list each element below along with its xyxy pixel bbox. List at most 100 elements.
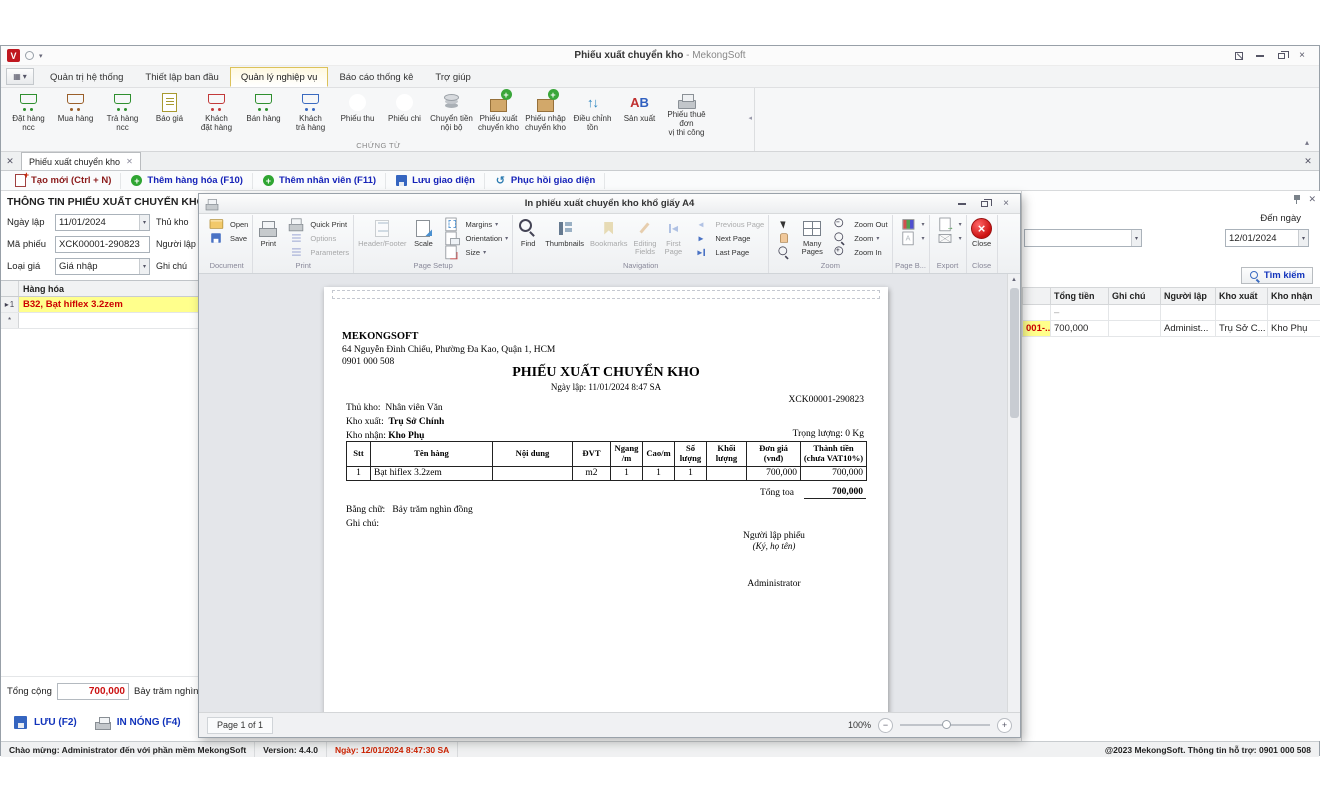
ribbon-button-14[interactable]: Sản xuất: [616, 88, 663, 138]
toolbar-group-export: ▾▾Export: [930, 215, 967, 273]
ribbon-button-13[interactable]: Điều chỉnh tồn: [569, 88, 616, 138]
filter-cell[interactable]: [1109, 305, 1161, 321]
dialog-maximize-button[interactable]: [974, 196, 994, 211]
save-button[interactable]: Save: [202, 231, 251, 245]
ribbon-button-5[interactable]: Khách đặt hàng: [193, 88, 240, 138]
ribbon-button-11[interactable]: Phiếu xuất chuyển kho: [475, 88, 522, 138]
mail-icon: [936, 229, 954, 247]
support-text: @2023 MekongSoft. Thông tin hỗ trợ: 0901…: [1105, 745, 1319, 755]
new-row[interactable]: *: [1, 313, 201, 329]
minimize-button[interactable]: [1251, 49, 1269, 63]
editing-fields-button[interactable]: Editing Fields: [630, 215, 659, 261]
form-button-1[interactable]: LƯU (F2): [7, 711, 82, 733]
amount-in-words: Bằng chữ: Bảy trăm nghìn đồng: [346, 505, 473, 515]
dialog-minimize-button[interactable]: [952, 196, 972, 211]
action-button-2[interactable]: Thêm hàng hóa (F10): [121, 173, 253, 189]
zoom-in-button[interactable]: +: [997, 718, 1012, 733]
ribbon-button-2[interactable]: Mua hàng: [52, 88, 99, 138]
scrollbar-thumb[interactable]: [1010, 288, 1019, 418]
tab-close-icon[interactable]: ✕: [1, 153, 19, 170]
tabbar-close-icon[interactable]: ✕: [1297, 156, 1319, 170]
ribbon-collapse-icon[interactable]: ▴: [1305, 138, 1309, 147]
first-page-button[interactable]: First Page: [659, 215, 687, 261]
close-button[interactable]: Close: [968, 215, 996, 261]
ribbon-button-8[interactable]: Phiếu thu: [334, 88, 381, 138]
version-text: Version: 4.4.0: [255, 742, 327, 757]
close-button[interactable]: ×: [1293, 49, 1311, 63]
chevron-down-icon[interactable]: ▾: [139, 215, 149, 230]
filter-cell[interactable]: [1161, 305, 1216, 321]
ribbon-tab-3[interactable]: Quản lý nghiệp vụ: [230, 67, 329, 87]
scroll-up-icon[interactable]: ▲: [1008, 274, 1020, 287]
size-button[interactable]: Size▾: [437, 245, 511, 259]
zoom-out-button[interactable]: −: [878, 718, 893, 733]
field-input[interactable]: XCK00001-290823: [55, 236, 150, 253]
ribbon-tab-5[interactable]: Trợ giúp: [424, 67, 481, 87]
zoom-in-button[interactable]: Zoom In: [826, 245, 890, 259]
grid-column-header[interactable]: Kho xuất: [1216, 288, 1268, 305]
search-button[interactable]: Tìm kiếm: [1241, 267, 1313, 284]
field-input[interactable]: Giá nhập▾: [55, 258, 150, 275]
grid-column-header[interactable]: Kho nhận: [1268, 288, 1320, 305]
ribbon-button-3[interactable]: Trả hàng ncc: [99, 88, 146, 138]
filter-cell[interactable]: [1216, 305, 1268, 321]
ribbon-button-4[interactable]: Báo giá: [146, 88, 193, 138]
ribbon-menu-button[interactable]: ▦▾: [6, 68, 34, 85]
chevron-down-icon[interactable]: ▾: [1298, 230, 1308, 246]
form-button-2[interactable]: IN NÓNG (F4): [90, 711, 186, 733]
zoom-slider[interactable]: [900, 724, 990, 726]
watermark-button[interactable]: ▾: [894, 231, 928, 245]
ribbon-tab-1[interactable]: Quản trị hệ thống: [39, 67, 134, 87]
ribbon-tab-2[interactable]: Thiết lập ban đầu: [134, 67, 229, 87]
ribbon-button-10[interactable]: Chuyển tiền nội bộ: [428, 88, 475, 138]
bookmarks-button[interactable]: Bookmarks: [587, 215, 631, 261]
to-date-picker[interactable]: 12/01/2024 ▾: [1225, 229, 1309, 247]
ribbon-tab-4[interactable]: Báo cáo thống kê: [328, 67, 424, 87]
last-page-button[interactable]: Last Page: [687, 245, 767, 259]
thumbnails-button[interactable]: Thumbnails: [542, 215, 587, 261]
action-button-1[interactable]: Tạo mới (Ctrl + N): [5, 173, 121, 189]
dialog-close-button[interactable]: ×: [996, 196, 1016, 211]
grid-cell: Trụ Sở C...: [1216, 321, 1268, 337]
filter-cell[interactable]: –: [1051, 305, 1109, 321]
fullscreen-button[interactable]: [1230, 49, 1248, 63]
grid-column-header[interactable]: Tổng tiền: [1051, 288, 1109, 305]
field-input[interactable]: 11/01/2024▾: [55, 214, 150, 231]
filter-cell[interactable]: [1268, 305, 1320, 321]
chevron-down-icon[interactable]: ▾: [1131, 230, 1141, 246]
parameters-button[interactable]: Parameters: [282, 245, 352, 259]
preview-scrollbar[interactable]: ▲: [1007, 274, 1020, 712]
scale-button[interactable]: Scale: [409, 215, 437, 261]
action-button-4[interactable]: Lưu giao diện: [386, 173, 485, 189]
panel-close-icon[interactable]: ✕: [1308, 194, 1316, 205]
mail-button[interactable]: ▾: [931, 231, 965, 245]
table-row[interactable]: 001-...700,000Administ...Trụ Sở C...Kho …: [1023, 321, 1320, 337]
find-button[interactable]: Find: [514, 215, 542, 261]
restore-button[interactable]: [1272, 49, 1290, 63]
tab-phieu-xuat-chuyen-kho[interactable]: Phiếu xuất chuyển kho ✕: [21, 152, 141, 170]
filter-combobox[interactable]: ▾: [1024, 229, 1142, 247]
ribbon-button-6[interactable]: Bán hàng: [240, 88, 287, 138]
grid-column-header[interactable]: [1023, 288, 1051, 305]
header-footer-button[interactable]: Header/Footer: [355, 215, 409, 261]
pin-icon[interactable]: [1293, 195, 1301, 205]
action-button-5[interactable]: Phục hồi giao diện: [485, 173, 605, 189]
magnifier-button[interactable]: [770, 245, 798, 259]
quick-access-icon[interactable]: [25, 51, 34, 60]
chevron-down-icon[interactable]: ▾: [139, 259, 149, 274]
ribbon-button-12[interactable]: Phiếu nhập chuyển kho: [522, 88, 569, 138]
ribbon-button-1[interactable]: Đặt hàng ncc: [5, 88, 52, 138]
zoom-slider-thumb[interactable]: [942, 720, 951, 729]
many-pages-button[interactable]: Many Pages: [798, 215, 826, 261]
quick-access-chevron-icon[interactable]: ▾: [39, 52, 43, 60]
table-row[interactable]: ▸1 B32, Bạt hiflex 3.2zem: [1, 297, 201, 313]
tab-x-icon[interactable]: ✕: [126, 157, 133, 166]
filter-cell[interactable]: [1023, 305, 1051, 321]
ribbon-button-7[interactable]: Khách trả hàng: [287, 88, 334, 138]
action-button-3[interactable]: Thêm nhân viên (F11): [253, 173, 386, 189]
grid-column-header[interactable]: Ghi chú: [1109, 288, 1161, 305]
print-button[interactable]: Print: [254, 215, 282, 261]
ribbon-button-9[interactable]: Phiếu chi: [381, 88, 428, 138]
ribbon-button-15[interactable]: Phiếu thuê đơn vị thi công: [663, 88, 710, 138]
grid-column-header[interactable]: Người lập: [1161, 288, 1216, 305]
